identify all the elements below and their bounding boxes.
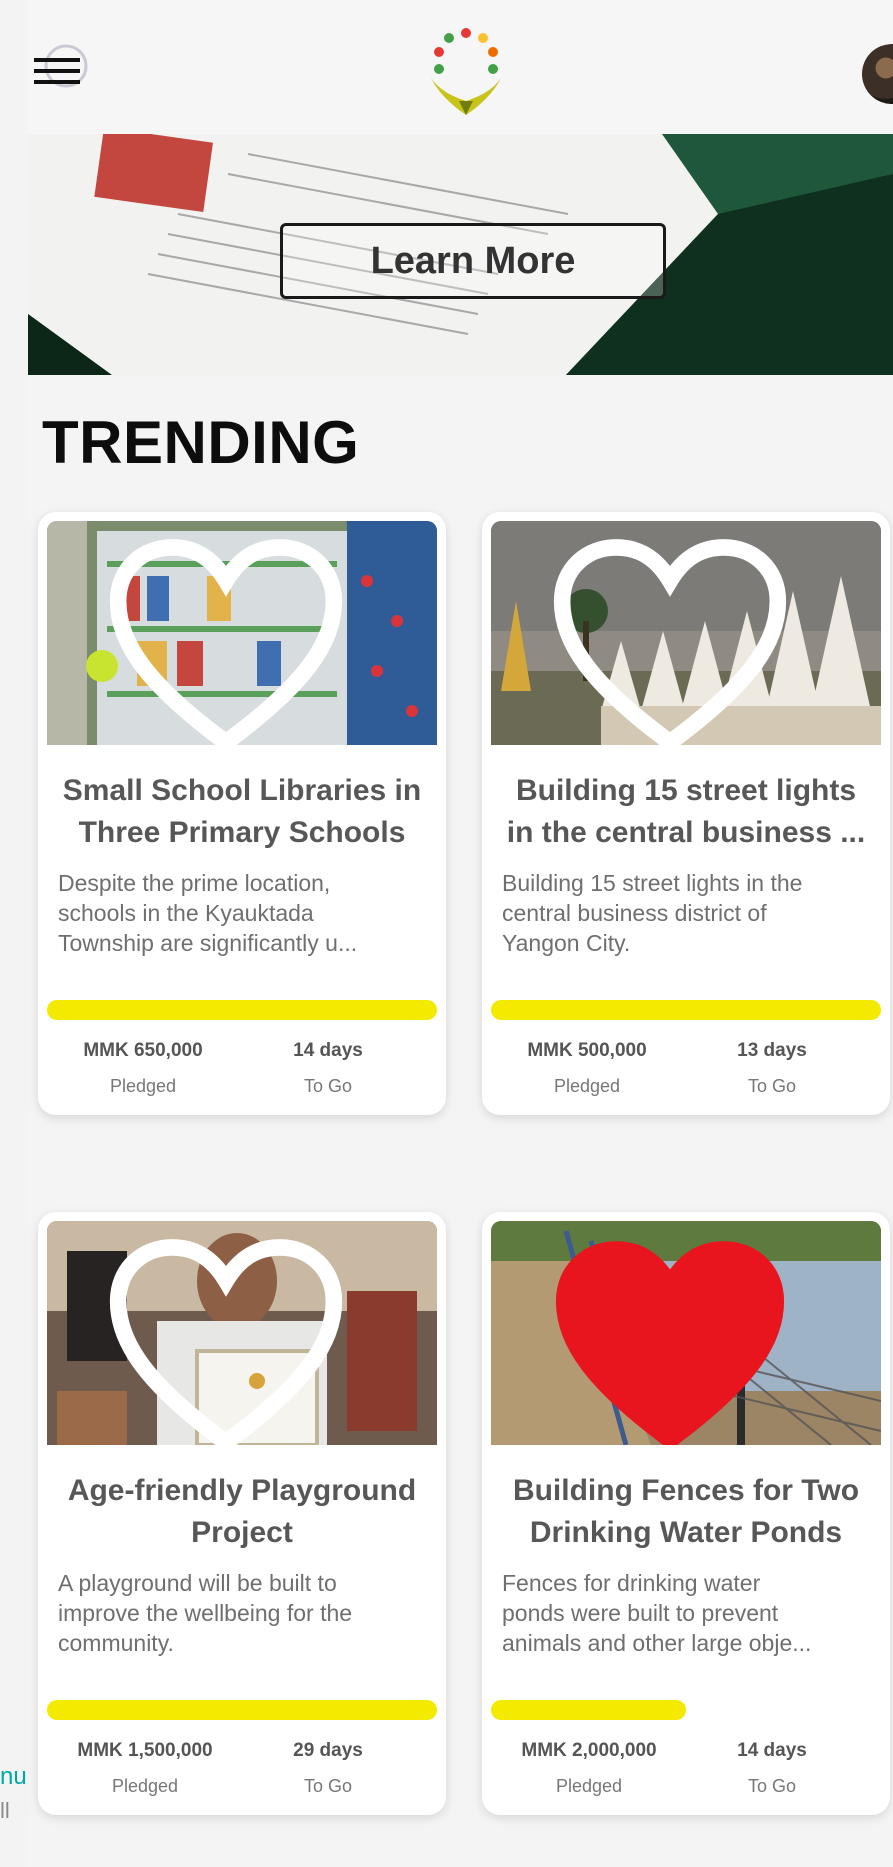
- project-title: Building Fences for Two Drinking Water P…: [512, 1474, 860, 1549]
- app-screen: Learn More TRENDING Small School Librari…: [28, 0, 893, 1867]
- logo-icon[interactable]: [421, 23, 511, 123]
- progress-fill: [491, 1700, 686, 1720]
- days-remaining: 13 days: [737, 1040, 807, 1061]
- days-label: To Go: [303, 1076, 353, 1096]
- pledged-label: Pledged: [111, 1776, 179, 1796]
- heart-outline-icon[interactable]: [491, 535, 865, 745]
- left-panel-text-1: nu: [0, 1763, 27, 1790]
- heart-outline-icon[interactable]: [47, 535, 421, 745]
- pledged-stat: MMK 500,000 Pledged: [512, 1040, 662, 1097]
- days-label: To Go: [747, 1076, 797, 1096]
- pledged-amount: MMK 650,000: [83, 1040, 203, 1061]
- project-image: [47, 1221, 437, 1445]
- progress-bar: [491, 1000, 881, 1020]
- project-card[interactable]: Small School Libraries in Three Primary …: [38, 512, 446, 1115]
- days-remaining: 29 days: [293, 1740, 363, 1761]
- days-stat: 14 days To Go: [268, 1040, 388, 1097]
- days-label: To Go: [303, 1776, 353, 1796]
- days-stat: 14 days To Go: [712, 1740, 832, 1797]
- pledged-label: Pledged: [553, 1076, 621, 1096]
- days-remaining: 14 days: [737, 1740, 807, 1761]
- progress-fill: [47, 1000, 437, 1020]
- learn-more-button[interactable]: Learn More: [280, 223, 666, 299]
- pledged-label: Pledged: [555, 1776, 623, 1796]
- pledged-stat: MMK 650,000 Pledged: [68, 1040, 218, 1097]
- project-description: A playground will be built to improve th…: [58, 1570, 353, 1656]
- hamburger-icon: [34, 44, 88, 88]
- project-description: Fences for drinking water ponds were bui…: [502, 1570, 812, 1656]
- progress-bar: [491, 1700, 881, 1720]
- days-stat: 29 days To Go: [268, 1740, 388, 1797]
- project-card[interactable]: Age-friendly Playground Project A playgr…: [38, 1212, 446, 1815]
- pledged-stat: MMK 1,500,000 Pledged: [60, 1740, 230, 1797]
- project-title: Building 15 street lights in the central…: [506, 774, 866, 849]
- pledged-amount: MMK 1,500,000: [77, 1740, 213, 1761]
- heart-filled-icon[interactable]: [491, 1235, 865, 1445]
- hero-banner: Learn More: [28, 134, 893, 375]
- heart-outline-icon[interactable]: [47, 1235, 421, 1445]
- days-remaining: 14 days: [293, 1040, 363, 1061]
- project-card[interactable]: Building 15 street lights in the central…: [482, 512, 890, 1115]
- top-bar: [28, 0, 893, 134]
- user-avatar[interactable]: [862, 44, 893, 104]
- left-panel-edge: nu ll: [0, 1760, 28, 1828]
- project-image: [491, 1221, 881, 1445]
- progress-bar: [47, 1000, 437, 1020]
- pledged-amount: MMK 500,000: [527, 1040, 647, 1061]
- project-title: Small School Libraries in Three Primary …: [62, 774, 422, 849]
- progress-bar: [47, 1700, 437, 1720]
- project-description: Building 15 street lights in the central…: [502, 870, 803, 956]
- project-title: Age-friendly Playground Project: [67, 1474, 417, 1549]
- pledged-amount: MMK 2,000,000: [521, 1740, 657, 1761]
- left-panel-text-2: ll: [0, 1798, 10, 1823]
- days-stat: 13 days To Go: [712, 1040, 832, 1097]
- section-title: TRENDING: [42, 409, 360, 476]
- progress-fill: [491, 1000, 881, 1020]
- project-image: [491, 521, 881, 745]
- days-label: To Go: [747, 1776, 797, 1796]
- pledged-stat: MMK 2,000,000 Pledged: [504, 1740, 674, 1797]
- project-description: Despite the prime location, schools in t…: [58, 870, 358, 956]
- menu-button[interactable]: [34, 40, 100, 100]
- project-image: [47, 521, 437, 745]
- pledged-label: Pledged: [109, 1076, 177, 1096]
- progress-fill: [47, 1700, 437, 1720]
- project-card[interactable]: Building Fences for Two Drinking Water P…: [482, 1212, 890, 1815]
